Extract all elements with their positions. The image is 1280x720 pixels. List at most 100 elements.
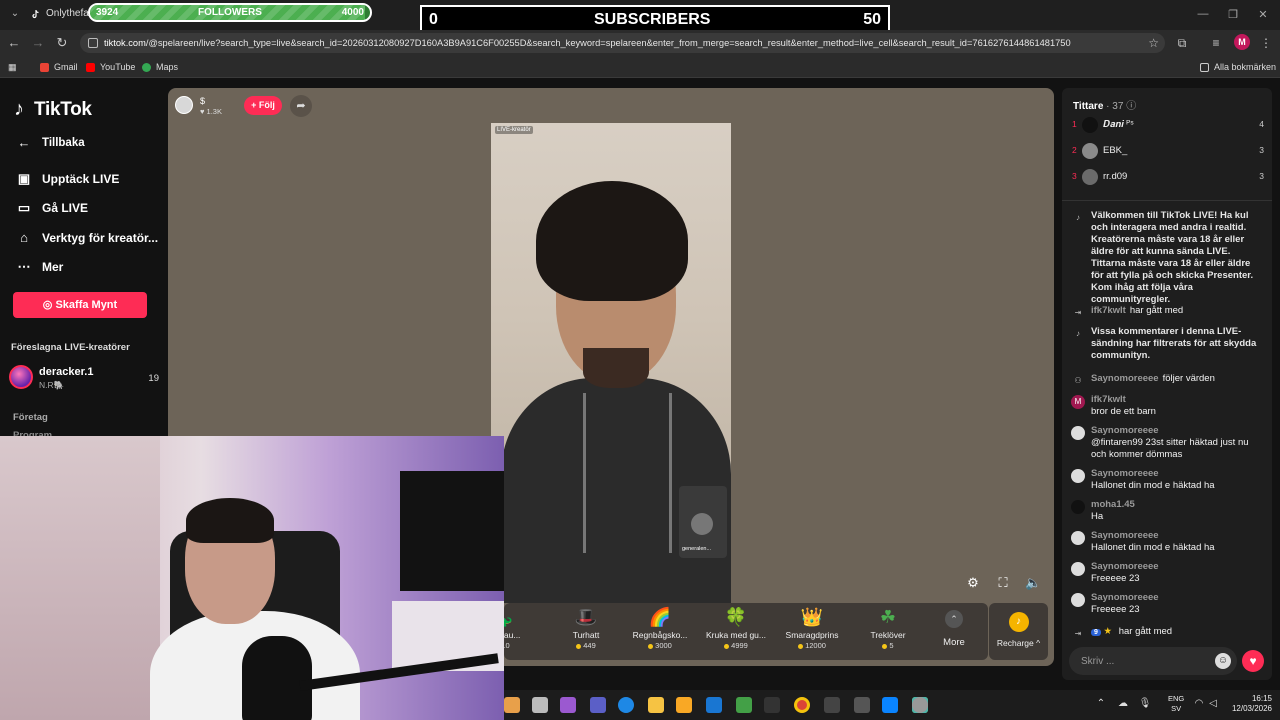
- bookmark-youtube[interactable]: YouTube: [86, 60, 135, 74]
- file-explorer-icon[interactable]: [648, 697, 664, 713]
- browser-menu-icon[interactable]: ⋮: [1258, 35, 1274, 51]
- gift-price: 4999: [698, 641, 774, 650]
- media-controls-icon[interactable]: ≡: [1208, 35, 1224, 51]
- copilot-icon[interactable]: [560, 697, 576, 713]
- chat-input-box[interactable]: ☺: [1069, 647, 1237, 675]
- guest-video-tile[interactable]: generalen...: [679, 486, 727, 558]
- creator-name: deracker.1: [39, 366, 94, 378]
- gift-item[interactable]: 👑 Smaragdprins 12000: [774, 607, 850, 659]
- profile-avatar[interactable]: M: [1234, 34, 1250, 50]
- more-dots-icon: ⋯: [17, 259, 31, 274]
- creator-tools-icon: ⌂: [20, 230, 28, 245]
- streamer-webcam: [0, 436, 504, 720]
- address-bar[interactable]: tiktok.com/@spelareen/live?search_type=l…: [80, 33, 1165, 53]
- cloud-icon[interactable]: ☁: [1116, 698, 1130, 709]
- youtube-icon: [86, 63, 95, 72]
- edge-icon[interactable]: [618, 697, 634, 713]
- microphone-icon[interactable]: 🎙: [1138, 698, 1152, 709]
- more-gifts-button[interactable]: ⌃ More: [940, 610, 968, 655]
- extensions-icon[interactable]: ⧉: [1174, 35, 1190, 51]
- host-likes: ♥ 1.3K: [200, 107, 222, 116]
- room-tv: [400, 471, 504, 591]
- get-coins-button[interactable]: ◎ Skaffa Mynt: [13, 292, 147, 318]
- store-icon[interactable]: [676, 697, 692, 713]
- chrome-icon[interactable]: [794, 697, 810, 713]
- top-viewer-row[interactable]: 2 EBK_ 3: [1062, 141, 1272, 161]
- host-avatar[interactable]: [175, 96, 193, 114]
- viewer-avatar: [1082, 143, 1098, 159]
- viewers-title[interactable]: Tittare · 37 ⓘ: [1073, 97, 1136, 112]
- gift-item[interactable]: 🦕 dinosau... 10: [504, 607, 540, 659]
- top-viewer-row[interactable]: 3 rr.d09 3: [1062, 167, 1272, 187]
- gift-name: dinosau...: [504, 630, 521, 640]
- bookmark-gmail[interactable]: Gmail: [40, 60, 78, 74]
- system-clock[interactable]: 16:15 12/03/2026: [1222, 694, 1272, 714]
- video-camera-icon: ▭: [17, 200, 31, 215]
- fullscreen-icon[interactable]: ⛶: [995, 575, 1011, 591]
- forward-arrow-icon[interactable]: →: [30, 35, 46, 51]
- heart-icon: ♥: [200, 107, 205, 116]
- recharge-button[interactable]: ♪ Recharge ^: [989, 603, 1048, 660]
- live-video[interactable]: LIVE-kreatör generalen...: [491, 123, 731, 603]
- sidebar-item-creator-tools[interactable]: ⌂ Verktyg för kreatör...: [14, 228, 158, 248]
- folder-icon: [1200, 63, 1209, 72]
- gift-item[interactable]: ☘ Treklöver 5: [850, 607, 926, 659]
- viewer-name: EBK_: [1103, 145, 1128, 156]
- mail-icon[interactable]: [706, 697, 722, 713]
- share-icon[interactable]: ➦: [290, 95, 312, 117]
- chat-input[interactable]: [1081, 653, 1211, 669]
- gift-price: 10: [504, 641, 540, 650]
- shield-icon[interactable]: [736, 697, 752, 713]
- sidebar-item-more[interactable]: ⋯ Mer: [14, 257, 64, 277]
- gift-item[interactable]: 🍀 Kruka med gu... 4999: [698, 607, 774, 659]
- site-info-icon[interactable]: [88, 38, 98, 48]
- streamer-beard: [583, 348, 649, 388]
- reload-icon[interactable]: ↻: [54, 35, 70, 51]
- apps-grid-icon[interactable]: ▦: [8, 60, 17, 74]
- language-indicator[interactable]: ENG SV: [1168, 694, 1184, 714]
- follow-button[interactable]: + Följ: [244, 96, 282, 115]
- like-heart-icon[interactable]: ♥: [1242, 650, 1264, 672]
- suggested-creator[interactable]: deracker.1 N.R🐘 19: [9, 365, 159, 393]
- info-icon[interactable]: ⓘ: [1126, 101, 1136, 112]
- app-icon[interactable]: [504, 697, 520, 713]
- emoji-icon[interactable]: ☺: [1215, 653, 1231, 669]
- chevron-up-icon[interactable]: ⌃: [1094, 698, 1108, 709]
- teams-icon[interactable]: [590, 697, 606, 713]
- back-arrow-icon: ←: [17, 135, 31, 150]
- browser-toolbar: ← → ↻ tiktok.com/@spelareen/live?search_…: [0, 30, 1280, 56]
- app-icon[interactable]: [824, 697, 840, 713]
- obs-icon[interactable]: [912, 697, 928, 713]
- app-icon[interactable]: [764, 697, 780, 713]
- viewer-avatar: [1082, 117, 1098, 133]
- user-avatar: [1071, 593, 1085, 607]
- creator-avatar: [9, 365, 33, 389]
- volume-icon[interactable]: 🔈: [1025, 575, 1041, 591]
- guest-avatar: [691, 513, 713, 535]
- bookmark-star-icon[interactable]: ☆: [1148, 36, 1159, 50]
- tab-search-icon[interactable]: ⌄: [8, 7, 22, 21]
- close-window-icon[interactable]: ✕: [1256, 8, 1270, 21]
- tiktok-tab-icon: [32, 9, 39, 19]
- app-icon[interactable]: [854, 697, 870, 713]
- photos-icon[interactable]: [882, 697, 898, 713]
- speaker-icon[interactable]: ◁: [1206, 698, 1220, 709]
- minimize-icon[interactable]: —: [1196, 8, 1210, 20]
- settings-gear-icon[interactable]: ⚙: [965, 575, 981, 591]
- task-view-icon[interactable]: [532, 697, 548, 713]
- all-bookmarks[interactable]: Alla bokmärken: [1200, 60, 1276, 74]
- top-viewer-row[interactable]: 1 𝑫𝒂𝒏𝒊 ᴾˢ 4: [1062, 115, 1272, 135]
- join-icon: ⇥: [1074, 308, 1082, 317]
- footer-company-link[interactable]: Företag: [13, 412, 48, 423]
- url-text[interactable]: tiktok.com/@spelareen/live?search_type=l…: [104, 33, 1144, 53]
- restore-icon[interactable]: ❐: [1226, 8, 1240, 21]
- bookmark-maps[interactable]: Maps: [142, 60, 178, 74]
- sidebar-item-discover-live[interactable]: ▣ Upptäck LIVE: [14, 169, 120, 189]
- wifi-icon[interactable]: ◠: [1192, 698, 1206, 709]
- back-arrow-icon[interactable]: ←: [6, 35, 22, 51]
- gift-item[interactable]: 🌈 Regnbågsko... 3000: [622, 607, 698, 659]
- gift-item[interactable]: 🎩 Turhatt 449: [548, 607, 624, 659]
- sidebar-item-go-live[interactable]: ▭ Gå LIVE: [14, 198, 88, 218]
- back-link[interactable]: ← Tillbaka: [14, 133, 85, 153]
- followers-goal: 4000: [341, 7, 364, 18]
